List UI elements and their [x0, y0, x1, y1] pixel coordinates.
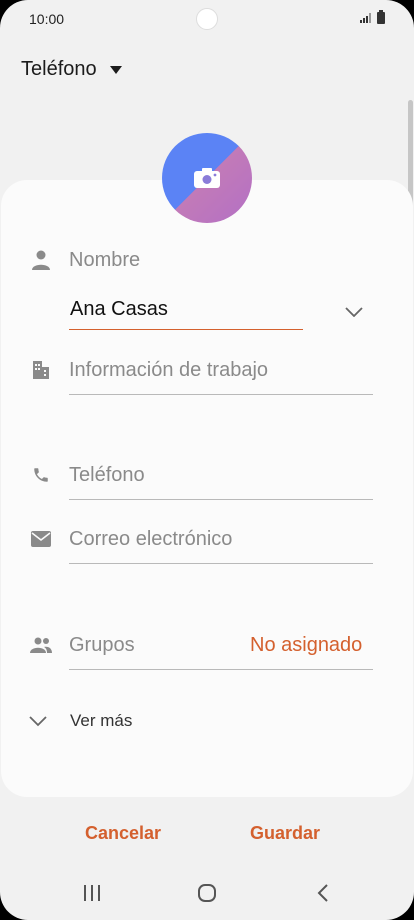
- battery-icon: [377, 10, 385, 24]
- groups-label: Grupos: [69, 634, 135, 656]
- save-button[interactable]: Guardar: [250, 823, 320, 844]
- work-info-input[interactable]: Información de trabajo: [69, 359, 268, 382]
- groups-value-button[interactable]: No asignado: [250, 634, 362, 657]
- email-input[interactable]: Correo electrónico: [69, 528, 232, 551]
- name-label: Nombre: [69, 249, 141, 271]
- contact-photo-button[interactable]: [162, 133, 252, 223]
- work-info-underline: [69, 394, 373, 395]
- contact-editor-screen: 10:00 Teléfono Nombre Ana Casas Informac…: [0, 0, 414, 920]
- signal-icon: [360, 13, 371, 23]
- back-icon[interactable]: [316, 883, 330, 903]
- account-selector[interactable]: Teléfono: [21, 58, 122, 81]
- front-camera: [196, 8, 218, 30]
- person-icon: [31, 249, 51, 271]
- expand-name-button[interactable]: [340, 302, 368, 322]
- mail-icon: [31, 530, 51, 548]
- contact-form-card: [1, 180, 413, 797]
- chevron-down-icon: [29, 716, 47, 727]
- phone-icon: [31, 465, 51, 485]
- name-input[interactable]: Ana Casas: [70, 298, 168, 321]
- caret-down-icon: [109, 65, 122, 74]
- status-bar: 10:00: [0, 0, 414, 40]
- phone-underline: [69, 499, 373, 500]
- groups-icon: [30, 636, 52, 654]
- email-underline: [69, 563, 373, 564]
- groups-underline: [69, 669, 373, 670]
- phone-input[interactable]: Teléfono: [69, 464, 145, 487]
- building-icon: [31, 360, 51, 380]
- status-time: 10:00: [29, 11, 65, 27]
- camera-icon: [194, 168, 220, 188]
- home-icon[interactable]: [197, 883, 217, 903]
- account-label: Teléfono: [21, 58, 97, 80]
- navigation-bar: [0, 870, 414, 920]
- name-input-underline: [69, 329, 303, 330]
- show-more-button[interactable]: Ver más: [28, 708, 178, 734]
- show-more-label: Ver más: [70, 711, 133, 730]
- chevron-down-icon: [345, 307, 363, 317]
- cancel-button[interactable]: Cancelar: [85, 823, 161, 844]
- recent-apps-icon[interactable]: [82, 884, 102, 902]
